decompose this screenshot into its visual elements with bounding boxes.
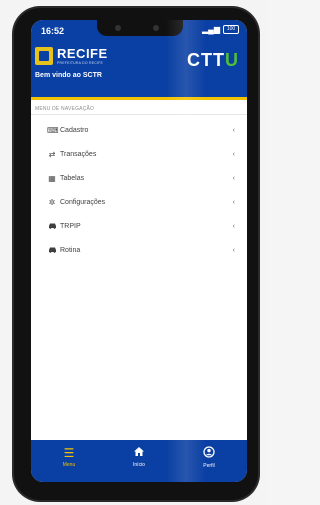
nav-label: Início <box>133 462 145 468</box>
menu-item-rotina[interactable]: Rotina ‹ <box>31 238 247 262</box>
bottom-navigation: ☰ Menu Início Perfil <box>31 440 247 482</box>
app-screen: 16:52 ▂▄▆ 100 RECIFE PREFEITURA DO RECIF… <box>31 20 247 482</box>
battery-icon: 100 <box>223 25 239 34</box>
nav-menu-button[interactable]: ☰ Menu <box>49 446 89 476</box>
nav-home-button[interactable]: Início <box>119 446 159 476</box>
menu-item-label: Cadastro <box>60 126 89 134</box>
table-icon: ▦ <box>48 173 56 183</box>
menu-item-label: TRPIP <box>60 222 81 230</box>
chevron-left-icon: ‹ <box>232 222 235 230</box>
chevron-left-icon: ‹ <box>232 150 235 158</box>
menu-item-tabelas[interactable]: ▦ Tabelas ‹ <box>31 166 247 190</box>
navigation-menu: MENU DE NAVEGAÇÃO ⌨ Cadastro ‹ ⇄ Transaç… <box>31 100 247 440</box>
menu-title: MENU DE NAVEGAÇÃO <box>35 106 95 112</box>
swap-icon: ⇄ <box>48 149 56 159</box>
status-bar: 16:52 ▂▄▆ 100 <box>31 20 247 40</box>
brand-subtitle: PREFEITURA DO RECIFE <box>57 61 104 65</box>
menu-item-label: Tabelas <box>60 174 85 182</box>
status-time: 16:52 <box>41 26 65 36</box>
menu-item-configuracoes[interactable]: ✲ Configurações ‹ <box>31 190 247 214</box>
menu-item-cadastro[interactable]: ⌨ Cadastro ‹ <box>31 118 247 142</box>
chevron-left-icon: ‹ <box>232 174 235 182</box>
screen-reflection <box>166 20 206 482</box>
menu-item-transacoes[interactable]: ⇄ Transações ‹ <box>31 142 247 166</box>
welcome-text: Bem vindo ao SCTR <box>35 72 102 79</box>
crest-inner <box>39 51 49 61</box>
sensor-icon <box>153 25 159 31</box>
status-icons: ▂▄▆ 100 <box>202 25 239 34</box>
menu-item-label: Transações <box>60 150 97 158</box>
car-icon <box>47 222 57 231</box>
chevron-left-icon: ‹ <box>232 246 235 254</box>
menu-item-label: Configurações <box>60 198 106 206</box>
menu-divider <box>31 114 247 115</box>
camera-icon <box>115 25 121 31</box>
hamburger-icon: ☰ <box>63 446 75 460</box>
menu-item-trpip[interactable]: TRPIP ‹ <box>31 214 247 238</box>
nav-label: Menu <box>62 462 76 468</box>
car-icon <box>47 246 57 255</box>
keyboard-icon: ⌨ <box>47 125 59 135</box>
home-icon <box>119 446 159 460</box>
chevron-left-icon: ‹ <box>232 126 235 134</box>
gear-icon: ✲ <box>48 197 56 207</box>
chevron-left-icon: ‹ <box>232 198 235 206</box>
menu-item-label: Rotina <box>60 246 81 254</box>
brand-name: RECIFE <box>57 46 108 61</box>
app-header: 16:52 ▂▄▆ 100 RECIFE PREFEITURA DO RECIF… <box>31 20 247 97</box>
cttu-logo-last: U <box>225 50 239 70</box>
recife-crest-icon <box>35 47 53 65</box>
